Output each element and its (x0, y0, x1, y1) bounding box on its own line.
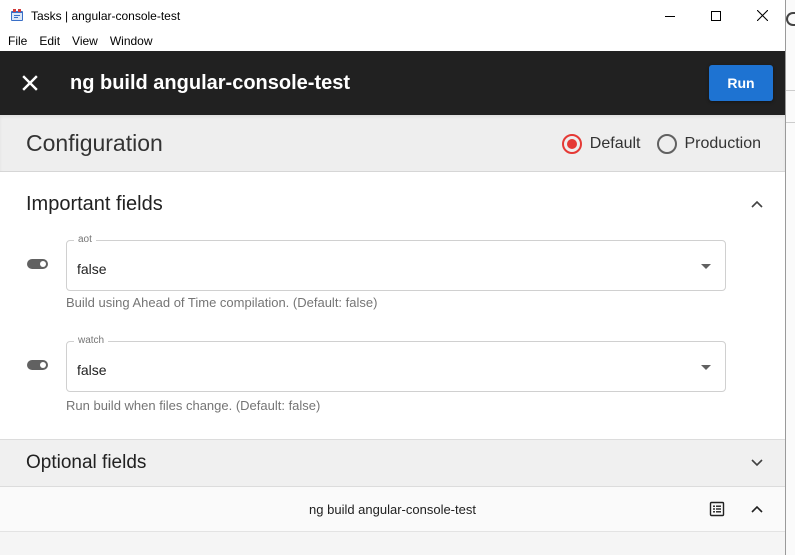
radio-label: Production (684, 134, 762, 152)
command-text: ng build angular-console-test (309, 501, 476, 517)
close-icon (756, 10, 768, 21)
dropdown-arrow-icon (701, 264, 711, 269)
close-icon (22, 75, 38, 91)
radio-default[interactable]: Default (561, 133, 641, 154)
menu-edit[interactable]: Edit (33, 34, 66, 48)
menu-bar: File Edit View Window (0, 31, 785, 51)
radio-unchecked-icon (656, 133, 677, 154)
terminal-area (0, 532, 785, 555)
configuration-title: Configuration (26, 129, 163, 156)
toggle-switch[interactable] (27, 259, 48, 269)
background-divider (786, 90, 795, 91)
optional-fields-header[interactable]: Optional fields (0, 439, 785, 487)
watch-select[interactable]: watch false (66, 335, 726, 392)
title-bar: Tasks | angular-console-test (0, 0, 785, 31)
chevron-down-icon[interactable] (749, 455, 765, 471)
background-window (786, 0, 795, 555)
important-fields-header[interactable]: Important fields (0, 172, 785, 236)
radio-production[interactable]: Production (656, 133, 762, 154)
configuration-bar: Configuration Default Production (0, 115, 785, 172)
background-divider (786, 122, 795, 123)
field-label: watch (74, 335, 109, 346)
app-icon (10, 8, 24, 23)
field-hint: Build using Ahead of Time compilation. (… (66, 295, 378, 310)
chevron-up-icon[interactable] (749, 196, 765, 212)
important-fields-title: Important fields (26, 192, 163, 215)
background-icon (786, 12, 795, 26)
select-value: false (77, 261, 107, 277)
important-fields-section: Important fields aot false Build using A… (0, 172, 785, 439)
configuration-radio-group: Default Production (546, 115, 761, 172)
toggle-switch[interactable] (27, 360, 48, 370)
menu-view[interactable]: View (66, 34, 104, 48)
window-close-button[interactable] (739, 0, 785, 31)
select-value: false (77, 362, 107, 378)
menu-window[interactable]: Window (104, 34, 159, 48)
task-header: ng build angular-console-test Run (0, 51, 785, 115)
run-button[interactable]: Run (709, 65, 773, 101)
minimize-icon (665, 15, 675, 17)
optional-fields-title: Optional fields (26, 452, 147, 473)
close-task-button[interactable] (18, 71, 42, 95)
maximize-icon (711, 10, 721, 21)
radio-label: Default (589, 134, 641, 152)
menu-file[interactable]: File (2, 34, 33, 48)
chevron-up-icon[interactable] (749, 501, 765, 517)
terminal-output-icon[interactable] (709, 501, 725, 517)
aot-select[interactable]: aot false (66, 234, 726, 291)
command-output-bar: ng build angular-console-test (0, 487, 785, 532)
field-label: aot (74, 234, 96, 245)
app-window: Tasks | angular-console-test File Edit V… (0, 0, 786, 555)
minimize-button[interactable] (647, 0, 693, 31)
field-hint: Run build when files change. (Default: f… (66, 398, 321, 413)
task-title: ng build angular-console-test (70, 71, 351, 94)
window-title: Tasks | angular-console-test (31, 8, 181, 23)
field-aot: aot false Build using Ahead of Time comp… (0, 234, 785, 336)
maximize-button[interactable] (693, 0, 739, 31)
radio-checked-icon (561, 133, 582, 154)
field-watch: watch false Run build when files change.… (0, 335, 785, 439)
dropdown-arrow-icon (701, 365, 711, 370)
